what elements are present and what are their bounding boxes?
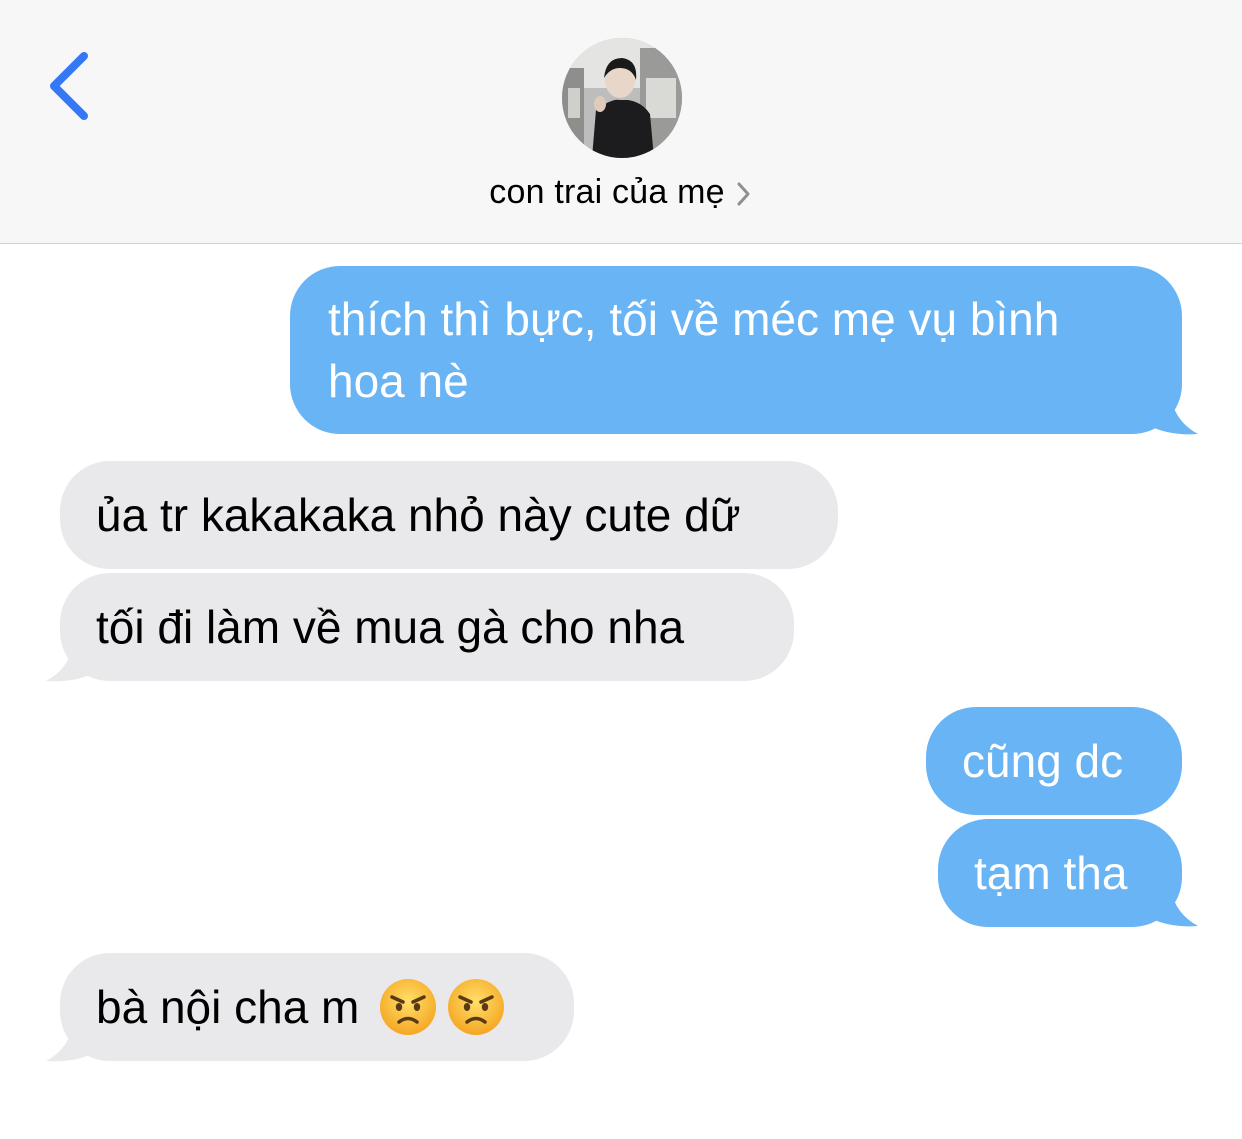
chevron-left-icon: [50, 52, 88, 120]
message-bubble-sent[interactable]: thích thì bực, tối về méc mẹ vụ bình hoa…: [290, 266, 1182, 434]
bubble-tail: [46, 1017, 94, 1062]
bubble-tail: [1150, 390, 1198, 435]
angry-face-icon: [448, 979, 505, 1035]
contact-details-link[interactable]: con trai của mẹ: [0, 168, 1242, 216]
message-text: hoa nè: [328, 355, 469, 407]
message-bubble-received[interactable]: bà nội cha m: [60, 953, 574, 1061]
message-text: tạm tha: [974, 847, 1128, 899]
message-bubble-received[interactable]: ủa tr kakakaka nhỏ này cute dữ: [60, 461, 838, 569]
bubble-tail: [46, 637, 94, 682]
angry-face-icon: [380, 979, 437, 1035]
contact-avatar[interactable]: [562, 38, 682, 158]
message-text: bà nội cha m: [96, 981, 360, 1033]
bubble-tail: [1150, 882, 1198, 927]
message-bubble-sent[interactable]: tạm tha: [938, 819, 1182, 927]
message-text: thích thì bực, tối về méc mẹ vụ bình: [328, 293, 1060, 345]
message-text: ủa tr kakakaka nhỏ này cute dữ: [96, 489, 741, 541]
chevron-right-icon: [737, 182, 750, 206]
message-text: tối đi làm về mua gà cho nha: [96, 601, 685, 653]
message-bubble-sent[interactable]: cũng dc: [926, 707, 1182, 815]
avatar-photo: [562, 38, 682, 158]
back-button[interactable]: [40, 48, 100, 124]
conversation-header: con trai của mẹ: [0, 0, 1242, 244]
message-bubble-received[interactable]: tối đi làm về mua gà cho nha: [60, 573, 794, 681]
message-thread[interactable]: thích thì bực, tối về méc mẹ vụ bình hoa…: [0, 245, 1242, 1139]
message-text: cũng dc: [962, 735, 1124, 787]
contact-name: con trai của mẹ: [489, 172, 725, 211]
